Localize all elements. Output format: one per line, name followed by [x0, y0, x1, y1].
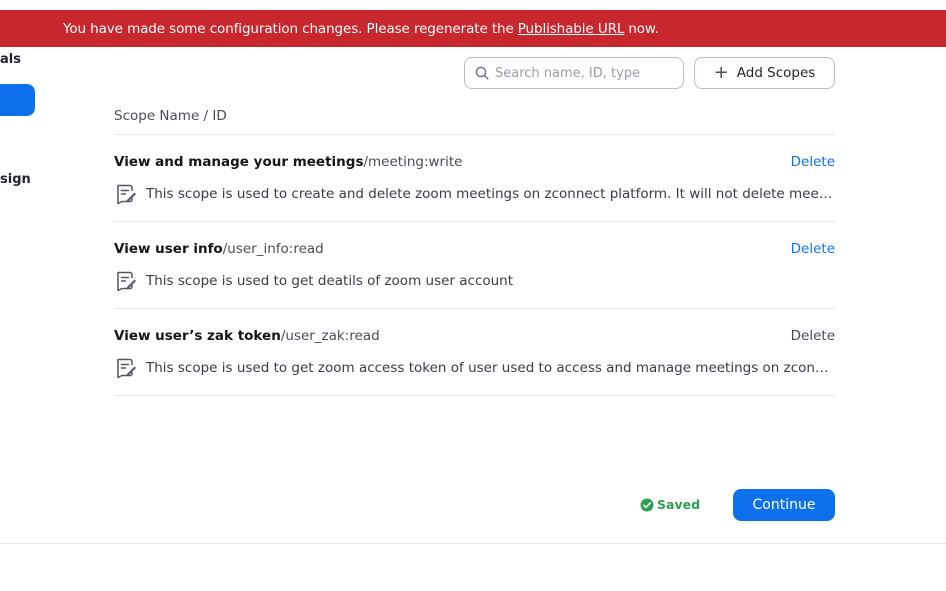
scope-description-text: This scope is used to get deatils of zoo…	[146, 272, 514, 289]
scope-name: View user info	[114, 241, 223, 257]
sidebar-active-item[interactable]	[0, 84, 35, 116]
search-input[interactable]	[495, 65, 675, 81]
scope-id: /user_info:read	[222, 241, 324, 257]
footer-divider	[0, 543, 946, 544]
scope-description: This scope is used to create and delete …	[114, 182, 835, 205]
saved-label: Saved	[657, 497, 701, 512]
scope-title: View user info/user_info:read	[114, 241, 324, 257]
search-icon	[475, 66, 489, 80]
delete-scope-button[interactable]: Delete	[791, 328, 835, 344]
add-scopes-label: Add Scopes	[736, 65, 816, 81]
table-header: Scope Name / ID	[114, 97, 835, 135]
delete-scope-button[interactable]: Delete	[791, 154, 835, 170]
scope-description: This scope is used to get deatils of zoo…	[114, 269, 835, 292]
scope-name: View and manage your meetings	[114, 154, 364, 170]
table-row: View user’s zak token/user_zak:read Dele…	[114, 309, 835, 396]
note-edit-icon	[116, 271, 136, 292]
banner-message-after: now.	[628, 20, 659, 37]
publishable-url-link[interactable]: Publishable URL	[518, 21, 625, 37]
scope-id: /user_zak:read	[280, 328, 380, 344]
note-edit-icon	[116, 184, 136, 205]
sidebar-label-top[interactable]: als	[0, 52, 21, 67]
table-row: View user info/user_info:read Delete Thi…	[114, 222, 835, 309]
config-change-banner: You have made some configuration changes…	[0, 10, 946, 47]
continue-button[interactable]: Continue	[733, 489, 835, 521]
check-circle-icon	[640, 498, 654, 511]
banner-message-before: You have made some configuration changes…	[63, 20, 514, 37]
delete-scope-button[interactable]: Delete	[791, 241, 835, 257]
table-row: View and manage your meetings/meeting:wr…	[114, 135, 835, 222]
top-strip	[0, 0, 946, 10]
sidebar-label-bottom[interactable]: sign	[0, 172, 31, 187]
add-scopes-button[interactable]: + Add Scopes	[694, 57, 835, 89]
scopes-table: Scope Name / ID View and manage your mee…	[114, 97, 835, 396]
note-edit-icon	[116, 358, 136, 379]
search-box[interactable]	[464, 57, 684, 89]
saved-status: Saved	[640, 497, 700, 512]
scope-name: View user’s zak token	[114, 328, 281, 344]
scope-title: View and manage your meetings/meeting:wr…	[114, 154, 462, 170]
scope-description-text: This scope is used to create and delete …	[146, 185, 834, 202]
scope-id: /meeting:write	[363, 154, 463, 170]
plus-icon: +	[713, 62, 729, 83]
scope-description: This scope is used to get zoom access to…	[114, 356, 835, 379]
scope-description-text: This scope is used to get zoom access to…	[146, 359, 834, 376]
scope-title: View user’s zak token/user_zak:read	[114, 328, 380, 344]
